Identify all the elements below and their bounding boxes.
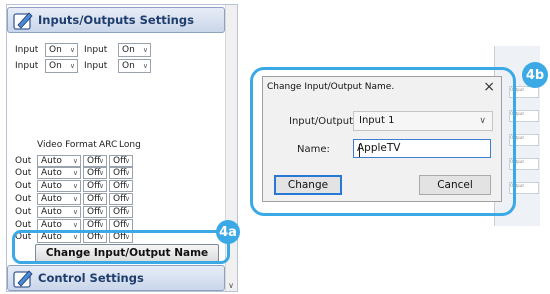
input-label: Input: [84, 60, 108, 71]
long-select[interactable]: Off ∨: [109, 205, 133, 218]
callout-4a-badge: 4a: [216, 220, 240, 244]
chevron-down-icon: ∨: [124, 207, 130, 216]
input-select[interactable]: On ∨: [45, 42, 78, 57]
chevron-down-icon: ∨: [124, 156, 130, 165]
chevron-down-icon: ∨: [98, 182, 104, 191]
chevron-down-icon: ∨: [124, 182, 130, 191]
io-select[interactable]: Input 1 ∨: [353, 111, 493, 131]
output-label: Out: [15, 155, 32, 166]
long-select[interactable]: Off ∨: [109, 180, 133, 193]
output-label: Out: [15, 181, 32, 192]
dialog-title: Change Input/Output Name.: [267, 82, 395, 92]
chevron-down-icon: ∨: [142, 45, 148, 54]
close-icon[interactable]: ×: [483, 79, 495, 95]
cancel-button[interactable]: Cancel: [419, 175, 491, 195]
video-format-select[interactable]: Auto ∨: [37, 192, 81, 205]
chevron-down-icon: ∨: [72, 169, 78, 178]
video-format-select[interactable]: Auto ∨: [37, 167, 81, 180]
long-select[interactable]: Off ∨: [109, 192, 133, 205]
chevron-down-icon: ∨: [69, 45, 75, 54]
text-cursor-icon: [359, 144, 360, 157]
video-format-select[interactable]: Auto ∨: [37, 218, 81, 231]
long-select[interactable]: Off ∨: [109, 167, 133, 180]
chevron-down-icon: ∨: [72, 220, 78, 229]
chevron-down-icon: ∨: [98, 220, 104, 229]
change-button[interactable]: Change: [274, 175, 342, 195]
video-format-select[interactable]: Auto ∨: [37, 205, 81, 218]
output-label: Out: [15, 206, 32, 217]
output-label: Out: [15, 219, 32, 230]
arc-select[interactable]: Off ∨: [83, 218, 107, 231]
arc-select[interactable]: Off ∨: [83, 180, 107, 193]
callout-4a-highlight: [12, 230, 230, 264]
input-row: Input On ∨ Input On ∨: [15, 42, 151, 57]
output-label: Out: [15, 193, 32, 204]
chevron-down-icon: ∨: [72, 156, 78, 165]
input-select[interactable]: On ∨: [118, 42, 151, 57]
settings-pen-icon: [13, 270, 33, 288]
video-format-select[interactable]: Auto ∨: [37, 180, 81, 193]
chevron-down-icon: ∨: [98, 207, 104, 216]
chevron-down-icon: ∨: [72, 194, 78, 203]
io-settings-header[interactable]: Inputs/Outputs Settings: [7, 7, 225, 33]
io-settings-title: Inputs/Outputs Settings: [38, 13, 194, 27]
arc-select[interactable]: Off ∨: [83, 154, 107, 167]
io-select-label: Input/Output:: [289, 116, 357, 127]
callout-4b-badge: 4b: [522, 62, 548, 88]
chevron-down-icon: ∨: [72, 182, 78, 191]
settings-pen-icon: [13, 12, 33, 30]
change-name-dialog: Change Input/Output Name. × Input/Output…: [262, 76, 502, 202]
input-select[interactable]: On ∨: [45, 58, 78, 73]
video-format-column-header: Video Format: [37, 140, 97, 150]
name-input[interactable]: AppleTV: [353, 139, 491, 158]
name-field-label: Name:: [297, 144, 330, 155]
chevron-down-icon: ∨: [72, 207, 78, 216]
output-label: Out: [15, 168, 32, 179]
chevron-down-icon: ∨: [98, 156, 104, 165]
input-label: Input: [15, 44, 39, 55]
long-select[interactable]: Off ∨: [109, 154, 133, 167]
chevron-down-icon: ∨: [124, 220, 130, 229]
scroll-down-icon[interactable]: ∨: [226, 281, 236, 291]
arc-select[interactable]: Off ∨: [83, 205, 107, 218]
input-select[interactable]: On ∨: [118, 58, 151, 73]
chevron-down-icon: ∨: [124, 169, 130, 178]
chevron-down-icon: ∨: [69, 61, 75, 70]
chevron-down-icon: ∨: [98, 169, 104, 178]
input-label: Input: [84, 44, 108, 55]
arc-select[interactable]: Off ∨: [83, 192, 107, 205]
chevron-down-icon: ∨: [142, 61, 148, 70]
arc-select[interactable]: Off ∨: [83, 167, 107, 180]
io-select-value: Input 1: [359, 115, 395, 126]
chevron-down-icon: ∨: [124, 194, 130, 203]
input-label: Input: [15, 60, 39, 71]
chevron-down-icon: ∨: [98, 194, 104, 203]
long-select[interactable]: Off ∨: [109, 218, 133, 231]
control-settings-header[interactable]: Control Settings: [7, 265, 225, 291]
chevron-down-icon: ∨: [479, 116, 486, 126]
arc-column-header: ARC: [99, 140, 118, 150]
control-settings-title: Control Settings: [38, 271, 144, 285]
input-row: Input On ∨ Input On ∨: [15, 58, 151, 73]
video-format-select[interactable]: Auto ∨: [37, 154, 81, 167]
long-column-header: Long: [119, 140, 141, 150]
